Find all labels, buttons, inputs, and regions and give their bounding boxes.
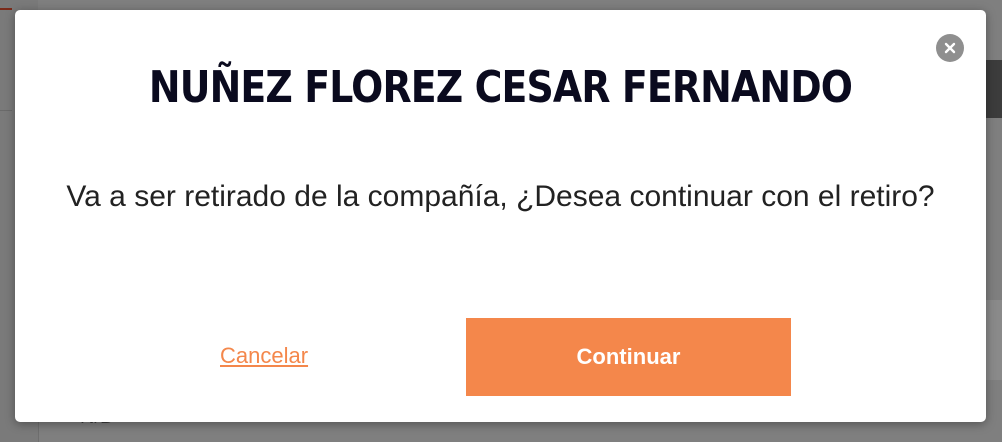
close-icon bbox=[944, 42, 956, 54]
dialog-message: Va a ser retirado de la compañía, ¿Desea… bbox=[66, 180, 935, 213]
dialog-title: NUÑEZ FLOREZ CESAR FERNANDO bbox=[148, 62, 853, 113]
background-accent-mark bbox=[0, 8, 12, 10]
confirm-dialog: NUÑEZ FLOREZ CESAR FERNANDO Va a ser ret… bbox=[15, 10, 986, 422]
cancel-link[interactable]: Cancelar bbox=[220, 343, 308, 369]
background-scrollbar-track bbox=[986, 300, 1002, 380]
background-divider bbox=[0, 110, 12, 111]
close-button[interactable] bbox=[936, 34, 964, 62]
background-scrollbar-thumb bbox=[986, 60, 1002, 118]
continue-button[interactable]: Continuar bbox=[466, 318, 791, 396]
